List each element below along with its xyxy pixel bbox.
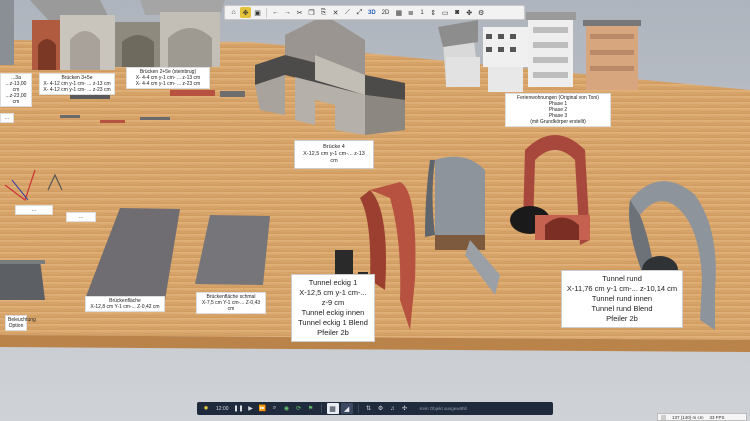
label-brueckenflaeche-schmal: Brückenfläche schmal X-7,5 cm Y-1 cm-...…	[196, 292, 266, 314]
3d-viewport[interactable]: ...3a ...z-13,00 cm ...z-23,00 cm Brücke…	[0, 0, 750, 421]
selection-status: Kein Objekt ausgewählt	[419, 406, 467, 411]
stepper-icon[interactable]: ⇕	[428, 7, 439, 18]
label-small-c: ...	[0, 113, 14, 123]
settings-icon[interactable]: ⚙	[476, 7, 487, 18]
fps-readout: 33 FPS	[709, 414, 725, 420]
cut-icon[interactable]: ✂	[294, 7, 305, 18]
track-icon[interactable]: ⟳	[294, 404, 304, 414]
label-ferienwohnungen: Ferienwohnungen (Original von Toni) Phas…	[505, 93, 611, 127]
bottom-control-bar: ✹ 12:00 ❚❚ ▶ ⏩ ⌕ ◉ ⟳ ⚑ ▦ ◢ ⇅ ⚙ ♫ ✣ Kein …	[197, 402, 553, 415]
redo-icon[interactable]: →	[282, 7, 293, 18]
label-brueckenflaeche: Brückenfläche X-12,8 cm Y-1 cm-... Z-0,4…	[85, 296, 165, 312]
label-bruecke-left: ...3a ...z-13,00 cm ...z-23,00 cm	[0, 73, 32, 107]
grid-icon[interactable]: ▦	[393, 7, 404, 18]
terrain-view-button[interactable]: ◢	[340, 403, 353, 414]
catalog-view-button[interactable]: ▦	[326, 403, 339, 414]
bottombar-separator-2	[357, 404, 359, 413]
signal-icon[interactable]: ⚑	[306, 404, 316, 414]
home-icon[interactable]: ⌂	[228, 7, 239, 18]
search-icon[interactable]: ⌕	[270, 404, 280, 414]
toolbar-separator	[266, 7, 267, 18]
plugin-icon[interactable]: ✤	[464, 7, 475, 18]
measure-icon[interactable]: ⟋	[342, 7, 353, 18]
tunnel-eckig-gray-model[interactable]	[425, 155, 515, 295]
sun-icon[interactable]: ✹	[201, 404, 211, 414]
status-square-icon	[661, 414, 666, 420]
save-icon[interactable]: ▣	[252, 7, 263, 18]
camera-icon[interactable]: ◙	[452, 7, 463, 18]
paste-icon[interactable]: ⎘	[318, 7, 329, 18]
screen-icon[interactable]: ▭	[440, 7, 451, 18]
train-icon[interactable]: ◉	[282, 404, 292, 414]
fast-forward-icon[interactable]: ⏩	[258, 404, 268, 414]
coords-readout: 137 (140) m cm	[672, 414, 704, 420]
undo-icon[interactable]: ←	[270, 7, 281, 18]
view-2d-button[interactable]: 2D	[379, 10, 393, 16]
tunnel-rund-red-model[interactable]	[505, 130, 605, 260]
layer-number[interactable]: 1	[417, 10, 426, 16]
copy-icon[interactable]: ❐	[306, 7, 317, 18]
view-3d-button[interactable]: 3D	[366, 10, 378, 16]
properties-icon[interactable]: ⇅	[364, 404, 374, 414]
label-beleuchtung: Beleuchtung Option	[5, 315, 36, 331]
label-bruecke-3x5e: Brücken 3+5e X- 4-12 cm y-1 cm- ... z-13…	[39, 73, 115, 95]
label-tunnel-rund: Tunnel rund X-11,76 cm y-1 cm-... z-10,1…	[561, 270, 683, 328]
delete-icon[interactable]: ✕	[330, 7, 341, 18]
time-display[interactable]: 12:00	[213, 406, 232, 412]
pause-icon[interactable]: ❚❚	[233, 404, 243, 414]
status-readout: 137 (140) m cm 33 FPS	[657, 413, 747, 421]
label-bruecke-steinbrug: Brücken 2+5e (steinbrug) X- 4-4 cm y-1 c…	[126, 67, 210, 89]
label-small-a: ...	[15, 205, 53, 215]
puzzle-icon[interactable]: ✣	[400, 404, 410, 414]
ferienwohnungen-models[interactable]	[438, 12, 648, 97]
top-toolbar: ⌂ ✥ ▣ ← → ✂ ❐ ⎘ ✕ ⟋ ⤢ 3D 2D ▦ ≣ 1 ⇕ ▭ ◙ …	[224, 5, 525, 20]
play-icon[interactable]: ▶	[246, 404, 256, 414]
bottombar-separator	[320, 404, 322, 413]
music-icon[interactable]: ♫	[388, 404, 398, 414]
gear-icon[interactable]: ⚙	[376, 404, 386, 414]
layers-icon[interactable]: ≣	[405, 7, 416, 18]
link-icon[interactable]: ⤢	[354, 7, 365, 18]
label-tunnel-eckig: Tunnel eckig 1 X-12,5 cm y-1 cm-... z-9 …	[291, 274, 375, 342]
small-objects-left[interactable]	[0, 160, 110, 310]
label-small-b: ...	[66, 212, 96, 222]
label-bruecke-4: Brücke 4 X-12,5 cm y-1 cm-... z-13 cm	[294, 140, 374, 169]
bruecke-4-model[interactable]	[255, 15, 425, 140]
move-tool-icon[interactable]: ✥	[240, 7, 251, 18]
